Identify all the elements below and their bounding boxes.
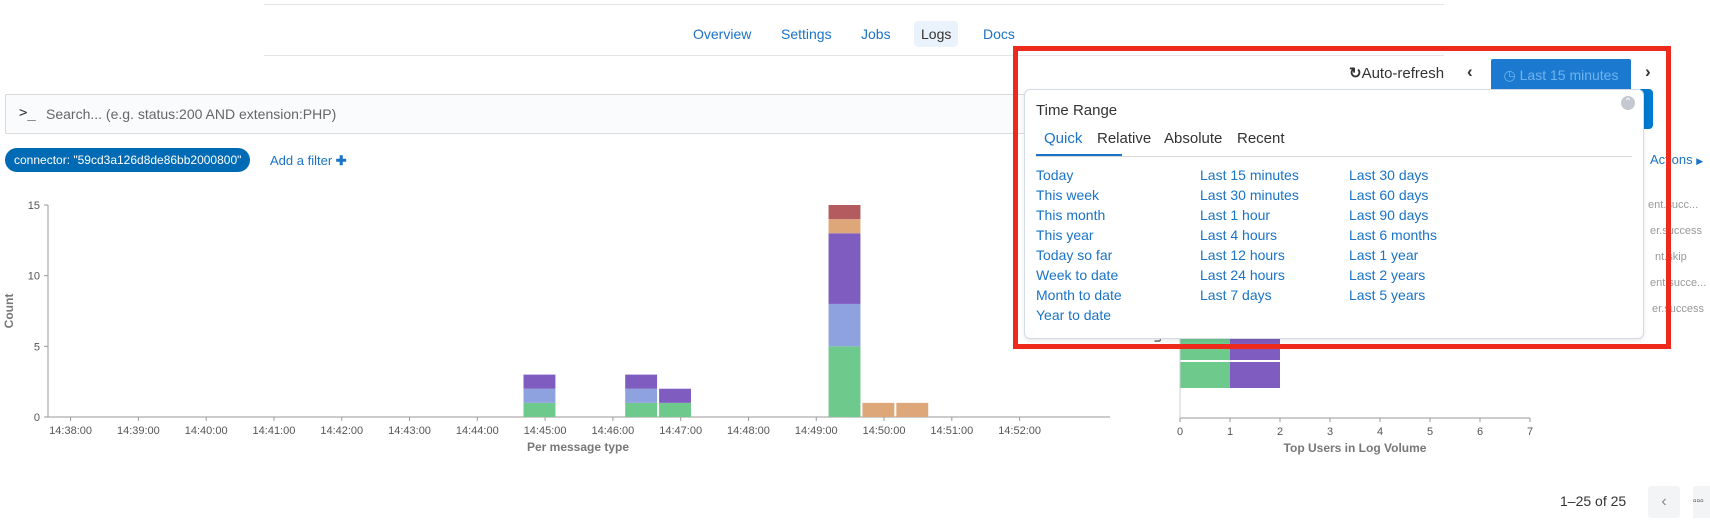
x-axis-title: Top Users in Log Volume xyxy=(1284,441,1427,455)
histogram-bar-segment[interactable] xyxy=(625,374,658,389)
search-bar: >_ xyxy=(5,94,1032,134)
y-tick-label: 5 xyxy=(34,341,40,353)
x-tick-label: 14:52:00 xyxy=(998,425,1041,437)
y-tick-label: 0 xyxy=(34,412,40,424)
histogram-bar-segment[interactable] xyxy=(828,346,861,417)
x-tick-label: 1 xyxy=(1227,426,1233,438)
histogram-bar-segment[interactable] xyxy=(862,402,895,417)
x-tick-label: 14:51:00 xyxy=(930,425,973,437)
x-tick-label: 14:40:00 xyxy=(185,425,228,437)
histogram-bar-segment[interactable] xyxy=(625,402,658,417)
x-tick-label: 14:49:00 xyxy=(795,425,838,437)
x-tick-label: 14:44:00 xyxy=(456,425,499,437)
add-filter-link[interactable]: Add a filter ✚ xyxy=(270,153,347,169)
x-tick-label: 14:43:00 xyxy=(388,425,431,437)
histogram-bar-segment[interactable] xyxy=(659,388,691,403)
histogram-bar-segment[interactable] xyxy=(896,402,929,417)
prompt-icon: >_ xyxy=(19,105,36,121)
histogram-bar-segment[interactable] xyxy=(523,402,556,417)
tab-logs[interactable]: Logs xyxy=(914,21,959,47)
search-input[interactable] xyxy=(44,102,948,126)
histogram-chart: 0 5 10 15 Count 14:38:00 14:39:00 14:40:00 14:4… xyxy=(2,200,1110,454)
x-tick-label: 14:47:00 xyxy=(659,425,702,437)
x-tick-label: 14:39:00 xyxy=(117,425,160,437)
histogram-bar-segment[interactable] xyxy=(625,388,658,403)
x-tick-label: 5 xyxy=(1427,426,1433,438)
y-tick-label: 10 xyxy=(28,271,40,283)
x-tick-label: 0 xyxy=(1177,426,1183,438)
x-tick-label: 14:48:00 xyxy=(727,425,770,437)
plus-icon: ✚ xyxy=(335,153,347,168)
tab-settings[interactable]: Settings xyxy=(774,21,839,47)
tab-overview[interactable]: Overview xyxy=(686,21,758,47)
user-bar-segment[interactable] xyxy=(1180,362,1230,388)
y-axis-title: Count xyxy=(2,294,16,329)
highlight-annotation-box xyxy=(1013,46,1671,349)
histogram-bar-segment[interactable] xyxy=(523,374,556,389)
x-tick-label: 2 xyxy=(1277,426,1283,438)
histogram-bar-segment[interactable] xyxy=(828,303,861,347)
x-tick-label: 3 xyxy=(1327,426,1333,438)
x-tick-label: 7 xyxy=(1527,426,1533,438)
x-tick-label: 14:41:00 xyxy=(253,425,296,437)
caret-right-icon: ▶ xyxy=(1696,156,1704,166)
y-tick-label: 15 xyxy=(28,200,40,212)
histogram-bar-segment[interactable] xyxy=(828,205,861,220)
tab-docs[interactable]: Docs xyxy=(976,21,1022,47)
more-icon[interactable]: ▫▫▫ xyxy=(1693,486,1710,518)
x-tick-label: 6 xyxy=(1477,426,1483,438)
tab-jobs[interactable]: Jobs xyxy=(854,21,898,47)
add-filter-label: Add a filter xyxy=(270,153,333,168)
pagination-count: 1–25 of 25 xyxy=(1560,493,1627,509)
x-tick-label: 14:38:00 xyxy=(49,425,92,437)
histogram-bar-segment[interactable] xyxy=(828,233,861,304)
x-tick-label: 14:46:00 xyxy=(591,425,634,437)
filter-pill[interactable]: connector: "59cd3a126d8de86bb2000800" xyxy=(5,148,251,172)
histogram-bar-segment[interactable] xyxy=(523,388,556,403)
x-tick-label: 14:42:00 xyxy=(320,425,363,437)
user-bar-segment[interactable] xyxy=(1230,362,1280,388)
chevron-left-icon[interactable]: ‹ xyxy=(1648,486,1680,518)
histogram-bar-segment[interactable] xyxy=(828,219,861,234)
histogram-bar-segment[interactable] xyxy=(659,402,691,417)
x-axis-title: Per message type xyxy=(527,440,629,454)
x-tick-label: 4 xyxy=(1377,426,1383,438)
x-tick-label: 14:50:00 xyxy=(863,425,906,437)
x-tick-label: 14:45:00 xyxy=(524,425,567,437)
